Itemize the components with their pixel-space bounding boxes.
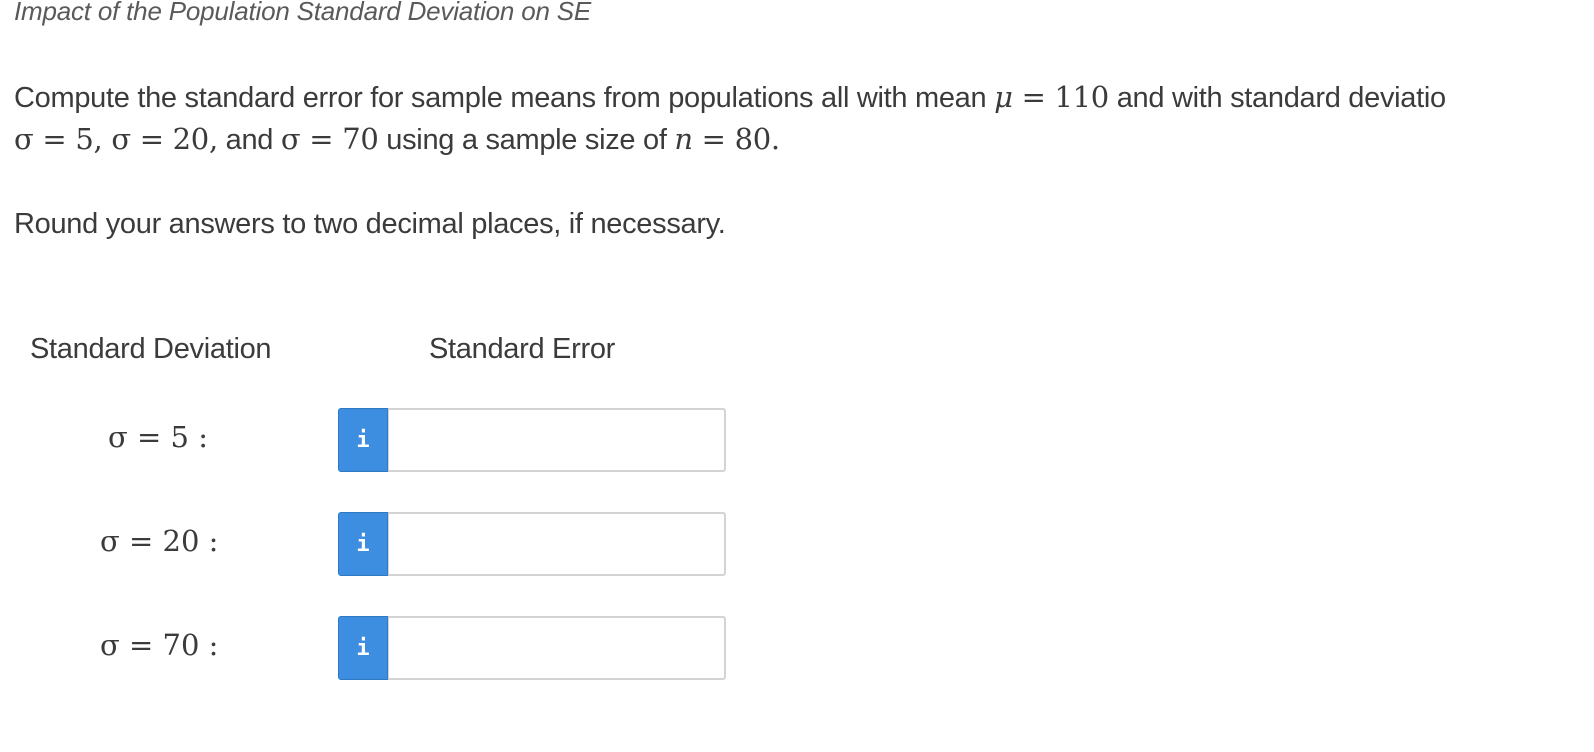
column-header-standard-deviation: Standard Deviation xyxy=(30,333,272,365)
standard-error-input-sigma-5[interactable] xyxy=(388,408,726,472)
sample-size-text: using a sample size of xyxy=(378,124,675,156)
n-value: = 80. xyxy=(692,122,780,156)
n-symbol: n xyxy=(674,122,693,156)
column-header-standard-error: Standard Error xyxy=(429,333,615,365)
answer-row-sigma-20: i xyxy=(338,512,726,576)
sigma-values: σ = 5, σ = 20, xyxy=(14,122,218,156)
mu-value: = 110 xyxy=(1012,80,1110,114)
info-icon[interactable]: i xyxy=(338,408,388,472)
page-title: Impact of the Population Standard Deviat… xyxy=(14,0,592,26)
mu-symbol: μ xyxy=(994,80,1013,114)
problem-statement-line-1: Compute the standard error for sample me… xyxy=(14,80,1446,115)
row-label-sigma-20: σ = 20 : xyxy=(100,524,219,558)
sigma-value-3: σ = 70 xyxy=(280,122,379,156)
row-label-sigma-5: σ = 5 : xyxy=(108,420,208,454)
standard-error-input-sigma-70[interactable] xyxy=(388,616,726,680)
problem-text: Compute the standard error for sample me… xyxy=(14,82,995,114)
standard-error-input-sigma-20[interactable] xyxy=(388,512,726,576)
and-text: and xyxy=(217,124,281,156)
answer-row-sigma-5: i xyxy=(338,408,726,472)
answer-row-sigma-70: i xyxy=(338,616,726,680)
row-label-sigma-70: σ = 70 : xyxy=(100,628,219,662)
rounding-instruction: Round your answers to two decimal places… xyxy=(14,208,726,240)
problem-text-tail: and with standard deviatio xyxy=(1108,82,1446,114)
problem-statement-line-2: σ = 5, σ = 20, and σ = 70 using a sample… xyxy=(14,122,780,157)
info-icon[interactable]: i xyxy=(338,616,388,680)
info-icon[interactable]: i xyxy=(338,512,388,576)
